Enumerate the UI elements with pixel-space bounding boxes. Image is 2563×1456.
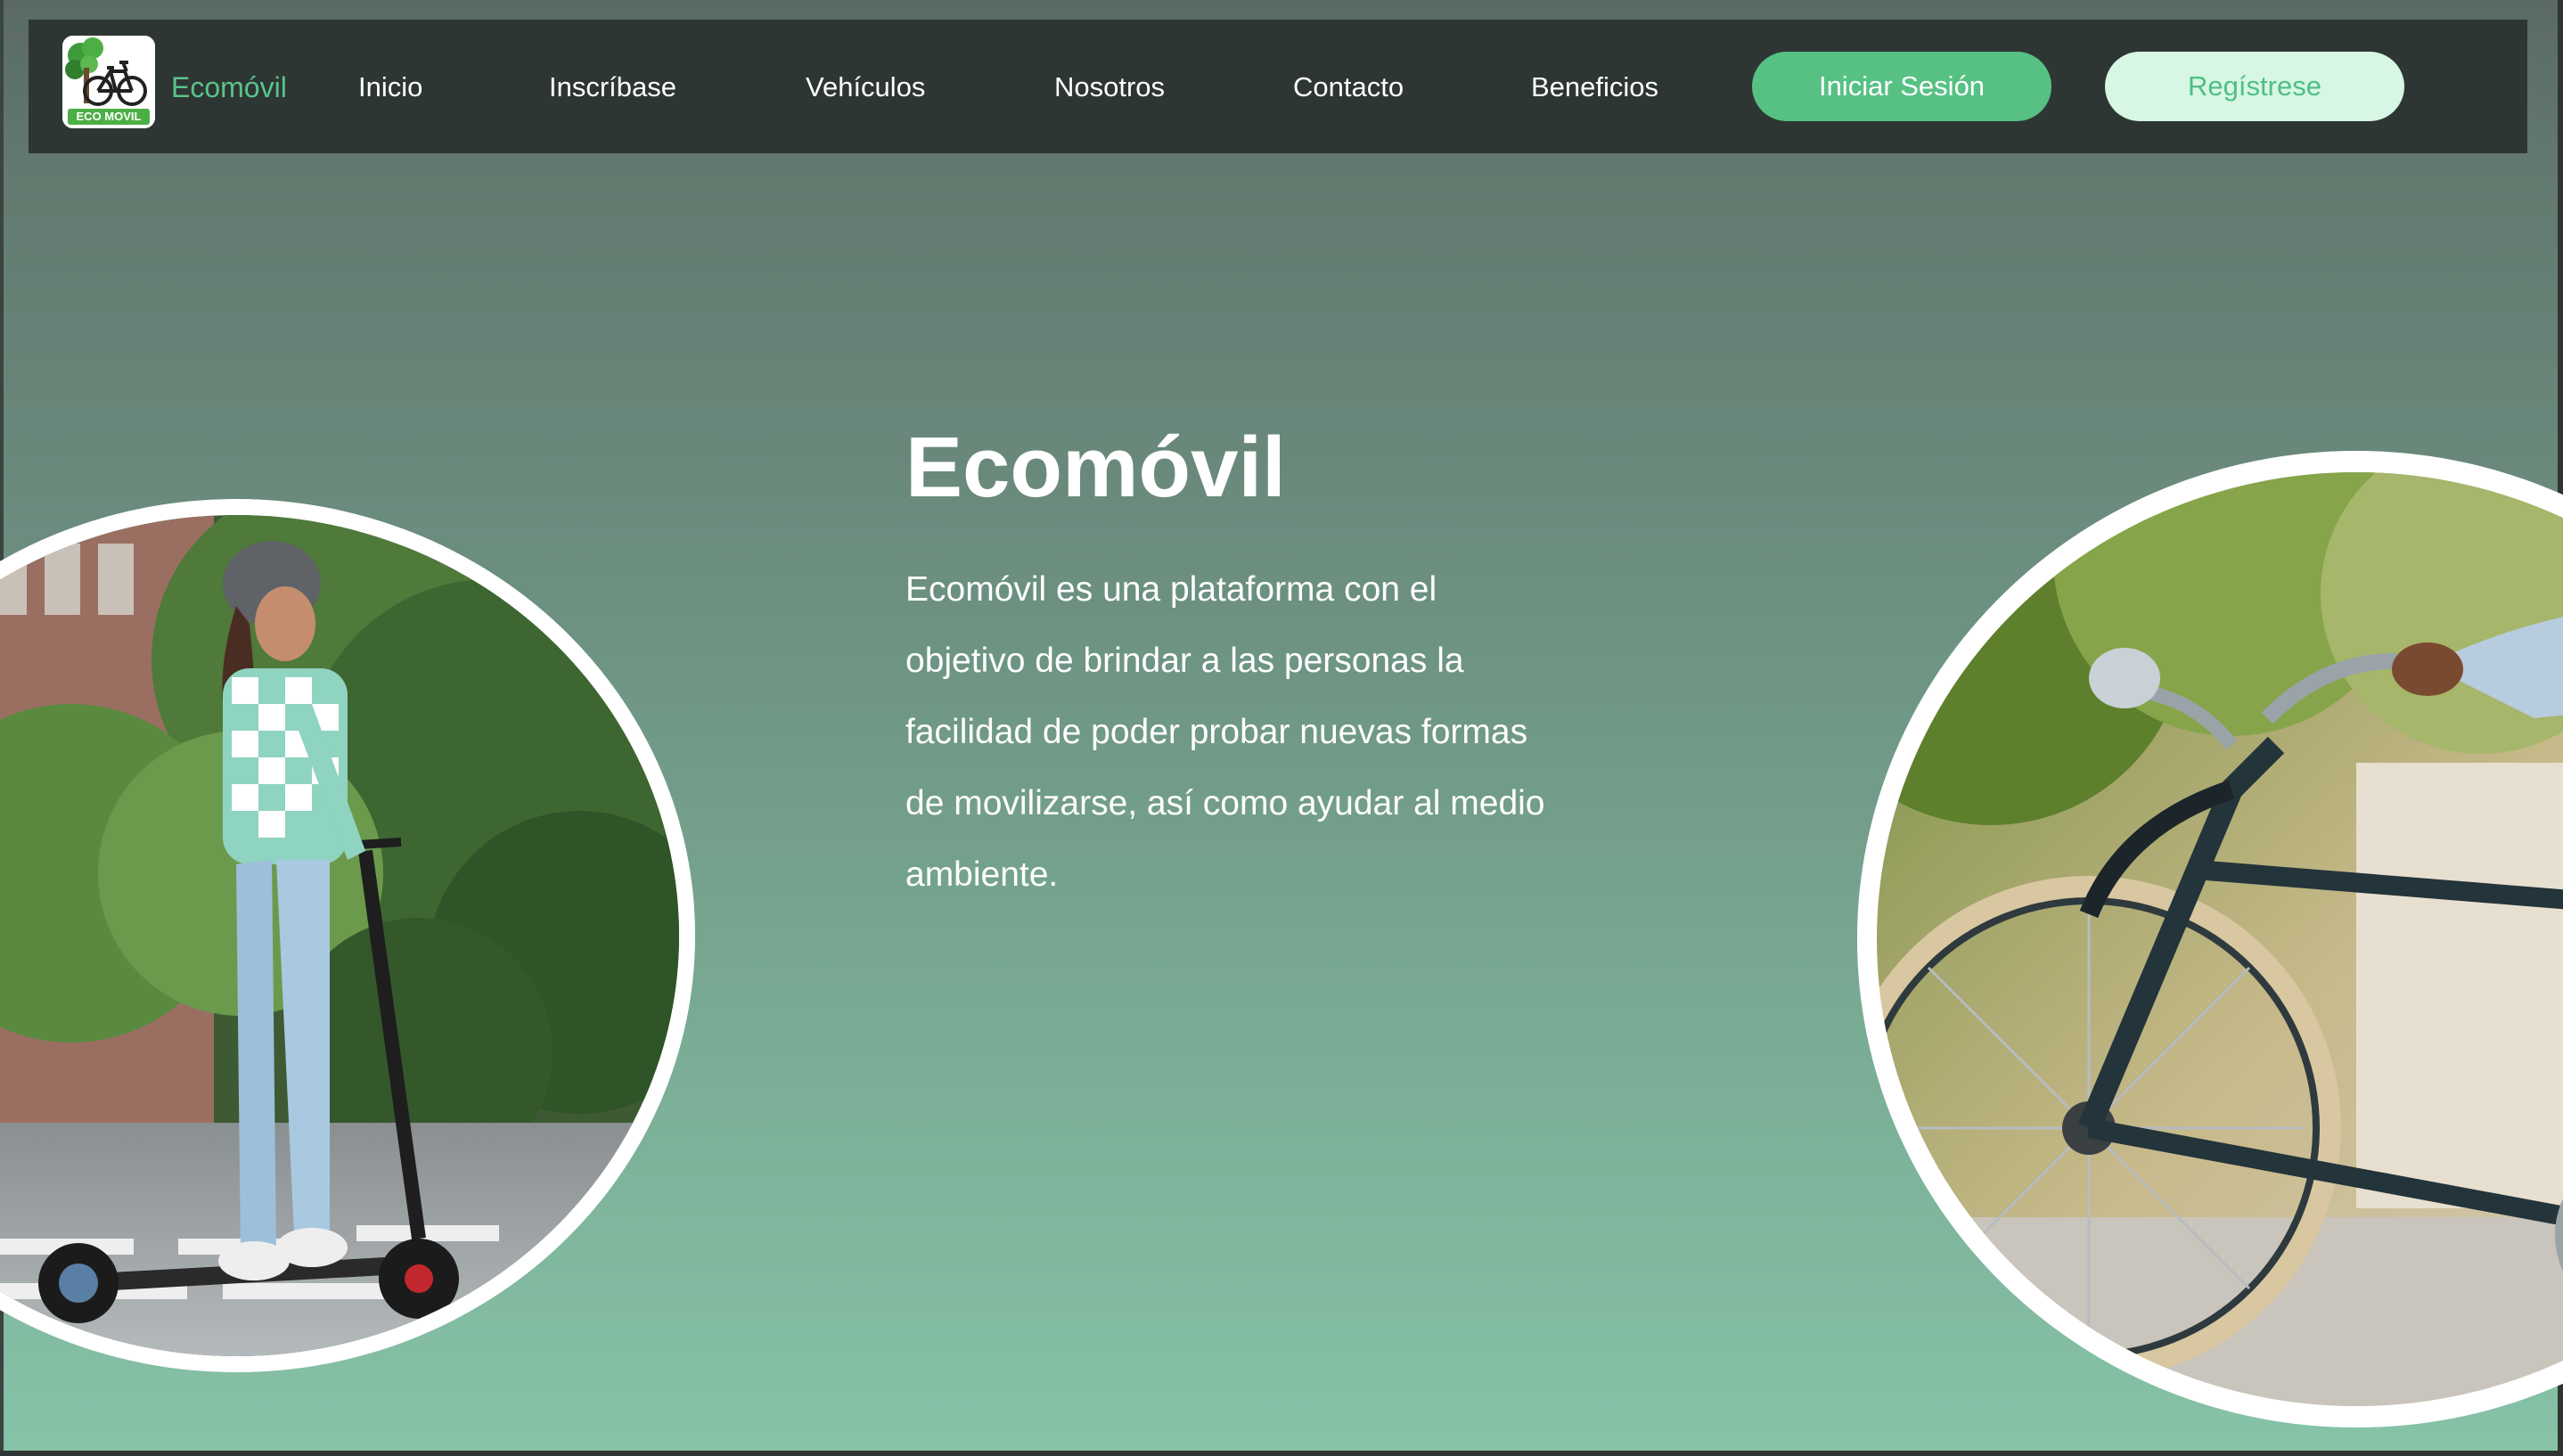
nav-link-inscribase[interactable]: Inscríbase: [549, 70, 676, 105]
register-button[interactable]: Regístrese: [2105, 52, 2404, 121]
hero-description-line: de movilizarse, así como ayudar al medio: [905, 784, 1545, 822]
bicycle-rider-image: [1857, 451, 2563, 1427]
scooter-rider-image: [0, 499, 695, 1372]
brand-name[interactable]: Ecomóvil: [171, 70, 287, 105]
hero-description-line: facilidad de poder probar nuevas formas: [905, 713, 1528, 751]
hero-title: Ecomóvil: [905, 420, 1286, 515]
landing-page: ECO MOVIL Ecomóvil Inicio Inscríbase Veh…: [0, 0, 2563, 1456]
hero-description-line: Ecomóvil es una plataforma con el: [905, 570, 1437, 609]
hero-description-line: ambiente.: [905, 855, 1059, 894]
hero-description-line: objetivo de brindar a las personas la: [905, 642, 1464, 680]
bicycle-tree-logo-icon[interactable]: ECO MOVIL: [62, 36, 155, 128]
nav-link-contacto[interactable]: Contacto: [1293, 70, 1404, 105]
top-navbar: ECO MOVIL Ecomóvil Inicio Inscríbase Veh…: [29, 20, 2527, 153]
nav-link-beneficios[interactable]: Beneficios: [1531, 70, 1658, 105]
nav-link-nosotros[interactable]: Nosotros: [1054, 70, 1165, 105]
nav-link-vehiculos[interactable]: Vehículos: [806, 70, 925, 105]
login-button[interactable]: Iniciar Sesión: [1752, 52, 2051, 121]
logo-label: ECO MOVIL: [76, 110, 142, 123]
nav-link-inicio[interactable]: Inicio: [358, 70, 422, 105]
window-frame-bottom: [0, 1451, 2563, 1456]
